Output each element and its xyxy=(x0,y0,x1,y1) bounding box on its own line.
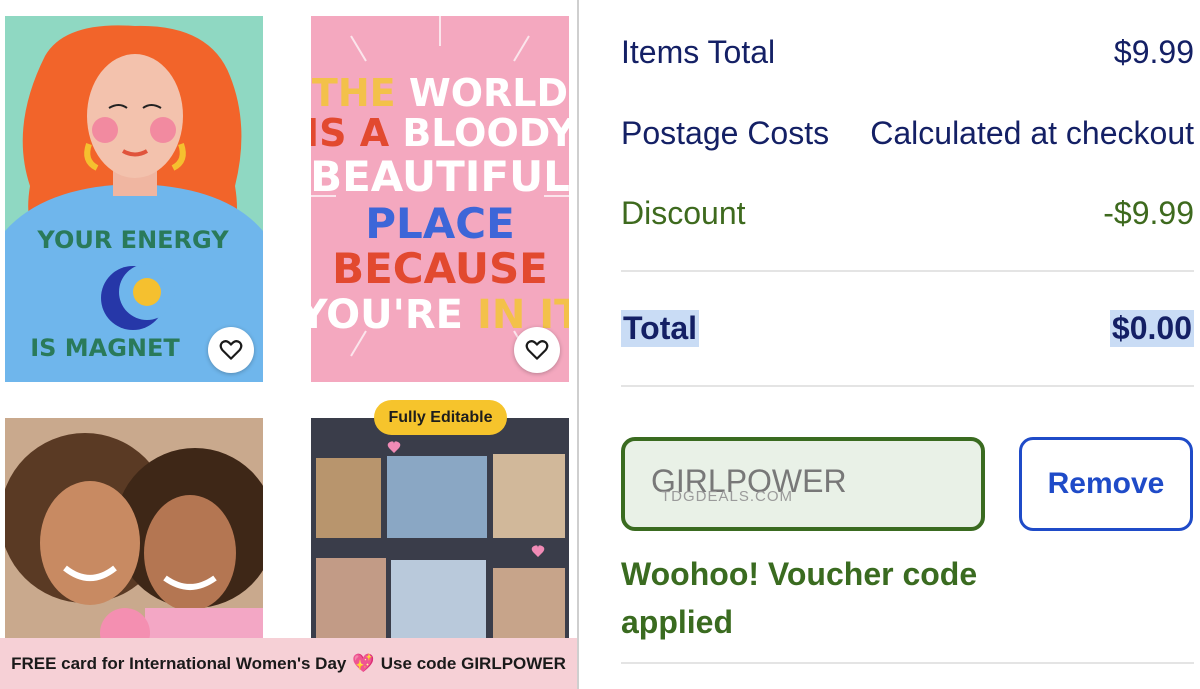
svg-text:YOUR ENERGY: YOUR ENERGY xyxy=(36,226,229,254)
postage-row: Postage Costs Calculated at checkout xyxy=(621,111,1194,155)
postage-value: Calculated at checkout xyxy=(870,114,1194,151)
items-total-row: Items Total $9.99 xyxy=(621,30,1194,74)
card-grid: YOUR ENERGY IS MAGNET THE WORLD IS A BLO… xyxy=(0,0,577,689)
promo-text: FREE card for International Women's Day xyxy=(11,653,347,673)
svg-text:THE WORLD: THE WORLD xyxy=(312,71,568,115)
items-total-label: Items Total xyxy=(621,33,776,70)
svg-text:BEAUTIFUL: BEAUTIFUL xyxy=(311,152,569,201)
total-row: Total $0.00 xyxy=(621,306,1194,350)
items-total-value: $9.99 xyxy=(1113,33,1194,70)
discount-label: Discount xyxy=(621,194,746,231)
postage-label: Postage Costs xyxy=(621,114,830,151)
favourite-button[interactable] xyxy=(514,327,560,373)
favourite-button[interactable] xyxy=(208,327,254,373)
product-card-photo[interactable] xyxy=(5,418,263,648)
svg-text:IS A BLOODY: IS A BLOODY xyxy=(311,111,569,155)
discount-row: Discount -$9.99 xyxy=(621,191,1194,235)
svg-text:BECAUSE: BECAUSE xyxy=(332,244,548,293)
divider xyxy=(621,270,1194,272)
total-value: $0.00 xyxy=(1109,309,1194,347)
card-photo-collage xyxy=(311,418,569,648)
svg-text:PLACE: PLACE xyxy=(365,199,515,248)
fully-editable-badge: Fully Editable xyxy=(374,400,507,435)
svg-text:IS MAGNET: IS MAGNET xyxy=(30,334,180,362)
total-label: Total xyxy=(621,309,700,347)
divider xyxy=(621,385,1194,387)
divider xyxy=(621,662,1194,664)
order-summary: Items Total $9.99 Postage Costs Calculat… xyxy=(579,0,1200,689)
voucher-applied-message: Woohoo! Voucher code applied xyxy=(621,556,978,640)
heart-outline-icon xyxy=(525,340,549,360)
sparkling-heart-icon: 💖 xyxy=(352,653,375,673)
product-card-your-energy[interactable]: YOUR ENERGY IS MAGNET xyxy=(5,16,263,382)
discount-value: -$9.99 xyxy=(1103,194,1194,231)
product-card-bloody-beautiful[interactable]: THE WORLD IS A BLOODY BEAUTIFUL PLACE BE… xyxy=(311,16,569,382)
heart-outline-icon xyxy=(219,340,243,360)
promo-banner[interactable]: FREE card for International Women's Day … xyxy=(0,638,577,689)
watermark: TDGDEALS.COM xyxy=(661,488,794,505)
remove-voucher-button[interactable]: Remove xyxy=(1019,437,1193,531)
voucher-field[interactable]: TDGDEALS.COM xyxy=(621,437,985,531)
card-photo-mother-daughter xyxy=(5,418,263,648)
promo-code-text: Use code GIRLPOWER xyxy=(380,653,566,673)
product-card-collage[interactable] xyxy=(311,418,569,648)
